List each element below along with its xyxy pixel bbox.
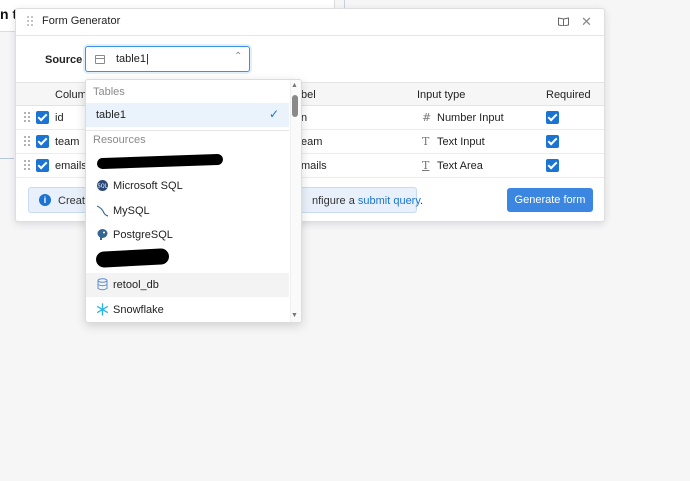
tables-heading: Tables <box>93 86 125 98</box>
column-name: emails <box>55 160 87 172</box>
redaction-mark <box>96 153 224 170</box>
dropdown-divider <box>86 130 289 131</box>
scroll-up-icon[interactable]: ▲ <box>291 82 298 89</box>
text-area-icon: T <box>422 159 430 172</box>
dropdown-item-postgresql[interactable]: PostgreSQL <box>86 223 289 247</box>
close-icon[interactable]: ✕ <box>581 15 592 28</box>
dropdown-item-label: PostgreSQL <box>113 229 173 241</box>
text-icon: T <box>422 135 430 148</box>
dropdown-item-label: Microsoft SQL <box>113 180 183 192</box>
include-checkbox[interactable] <box>36 111 49 124</box>
dropdown-item-snowflake[interactable]: Snowflake <box>86 298 289 322</box>
dropdown-item-table1[interactable]: table1 ✓ <box>86 103 289 127</box>
column-name: team <box>55 136 80 148</box>
source-select[interactable]: table1| ⌃ <box>85 46 250 72</box>
source-value: table1| <box>116 53 149 65</box>
column-name: id <box>55 112 64 124</box>
source-label: Source <box>45 54 83 66</box>
modal-title: Form Generator <box>42 15 121 27</box>
drag-handle-icon[interactable] <box>24 136 32 148</box>
required-checkbox[interactable] <box>546 135 559 148</box>
dropdown-item-redacted[interactable] <box>86 247 289 271</box>
drag-handle-icon[interactable] <box>27 16 35 28</box>
dropdown-item-label: table1 <box>96 109 126 121</box>
table-icon <box>95 55 105 64</box>
dropdown-item-label: Snowflake <box>113 304 164 316</box>
dropdown-item-retool-db[interactable]: retool_db <box>86 273 289 297</box>
info-icon: i <box>39 194 51 206</box>
dropdown-item-label: retool_db <box>113 279 159 291</box>
drag-handle-icon[interactable] <box>24 112 32 124</box>
dropdown-item-label: MySQL <box>113 205 150 217</box>
include-checkbox[interactable] <box>36 159 49 172</box>
scrollbar-thumb[interactable] <box>292 95 298 117</box>
label-field[interactable]: eam <box>301 136 322 148</box>
modal-header: Form Generator ✕ <box>16 9 604 36</box>
resources-heading: Resources <box>93 134 146 146</box>
input-type-select[interactable]: Text Input <box>437 136 485 148</box>
info-text-start: Creati <box>58 195 88 207</box>
input-type-select[interactable]: Text Area <box>437 160 483 172</box>
background-divider <box>344 0 345 8</box>
drag-handle-icon[interactable] <box>24 160 32 172</box>
submit-query-link[interactable]: submit query <box>358 195 420 207</box>
source-dropdown: Tables table1 ✓ Resources SQL Microsoft … <box>85 79 302 323</box>
database-icon <box>97 278 108 291</box>
generate-form-button[interactable]: Generate form <box>507 188 593 212</box>
dropdown-item-microsoft-sql[interactable]: SQL Microsoft SQL <box>86 174 289 198</box>
label-field[interactable]: mails <box>301 160 327 172</box>
column-header: Colum <box>55 89 87 101</box>
background-divider-left <box>0 158 14 159</box>
required-header: Required <box>546 89 591 101</box>
dropdown-item-redacted[interactable] <box>86 150 289 174</box>
info-text-end: nfigure a submit query. <box>312 195 424 207</box>
checkmark-icon: ✓ <box>269 107 280 121</box>
label-header: bel <box>301 89 316 101</box>
required-checkbox[interactable] <box>546 111 559 124</box>
input-type-header: Input type <box>417 89 466 101</box>
number-icon: # <box>422 111 432 124</box>
input-type-select[interactable]: Number Input <box>437 112 504 124</box>
dropdown-item-mysql[interactable]: MySQL <box>86 199 289 223</box>
mssql-icon: SQL <box>97 180 108 191</box>
mysql-icon <box>96 205 109 217</box>
chevron-up-icon: ⌃ <box>234 51 243 62</box>
snowflake-icon <box>97 303 109 316</box>
docs-book-icon[interactable] <box>558 17 569 26</box>
scroll-down-icon[interactable]: ▼ <box>291 312 298 319</box>
include-checkbox[interactable] <box>36 135 49 148</box>
postgresql-icon <box>97 229 108 240</box>
redaction-mark <box>95 248 170 268</box>
required-checkbox[interactable] <box>546 159 559 172</box>
svg-text:SQL: SQL <box>98 184 108 190</box>
